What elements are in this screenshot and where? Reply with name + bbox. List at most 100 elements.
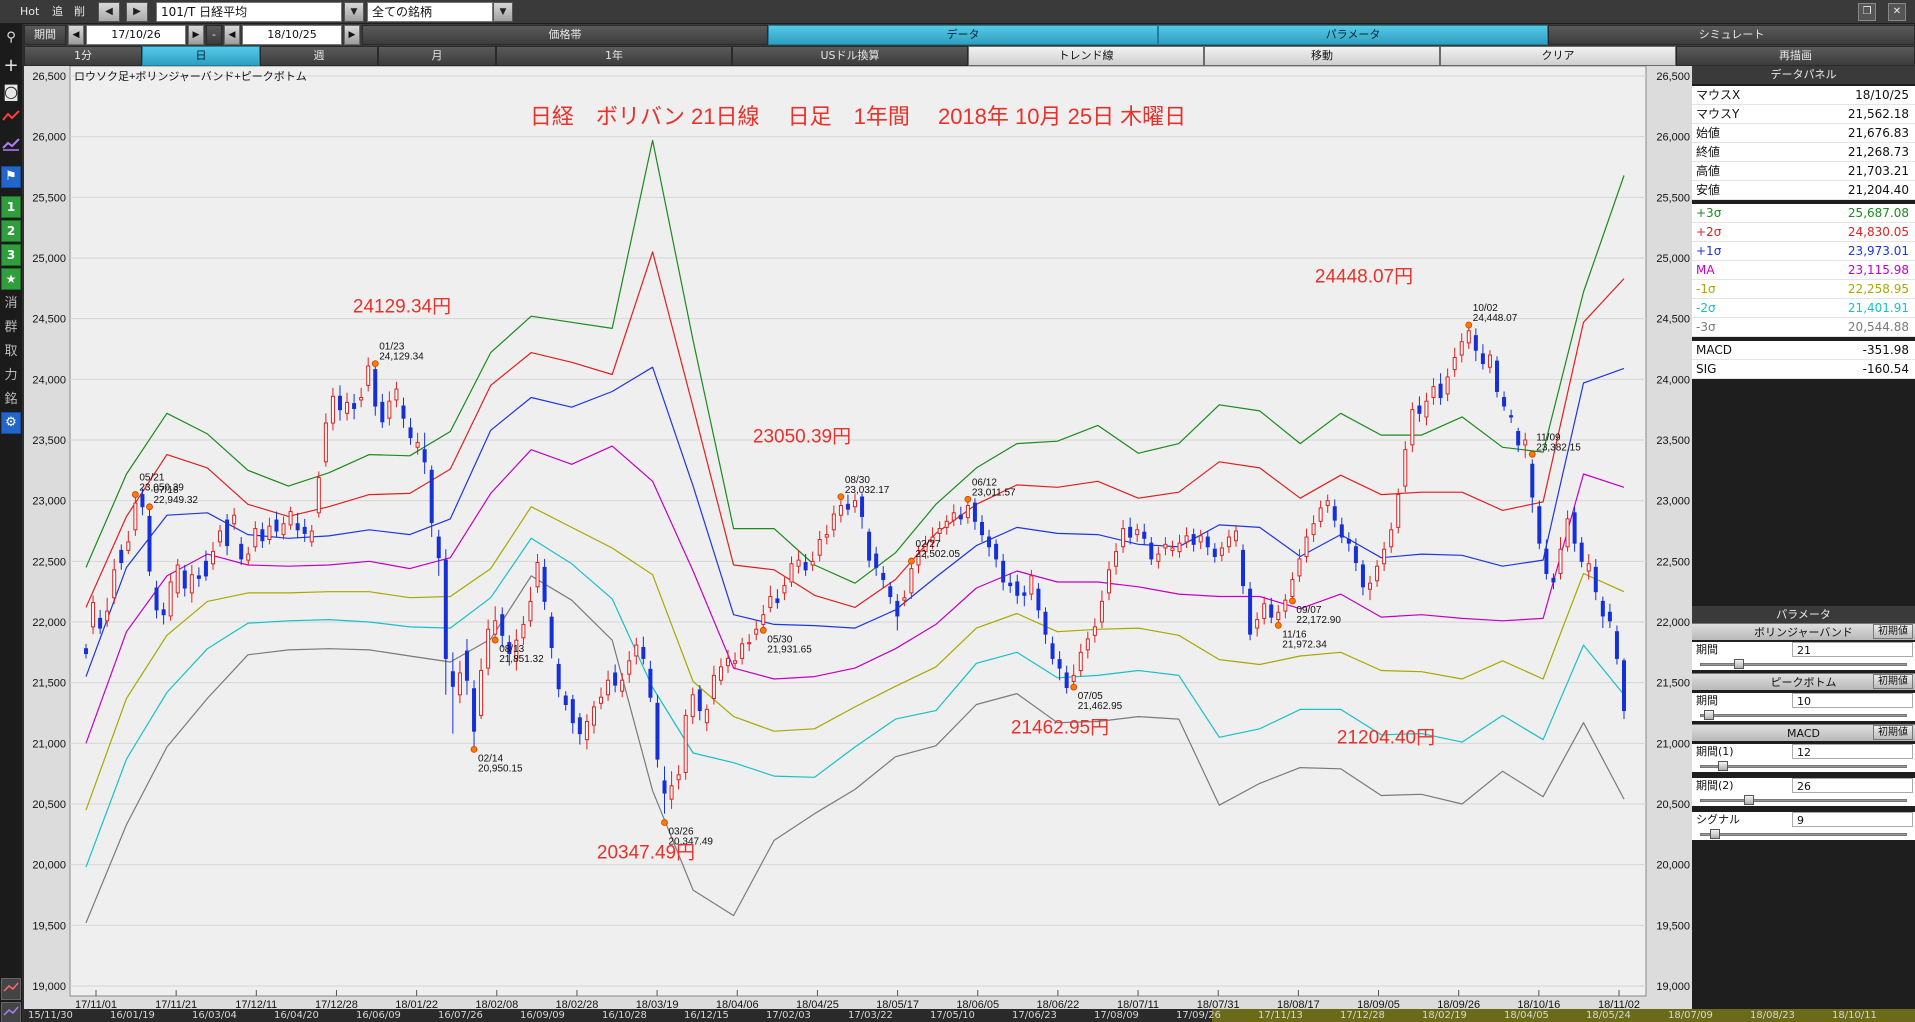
candle bbox=[260, 529, 265, 542]
x-tick: 18/03/19 bbox=[636, 999, 679, 1009]
timeframe-1min[interactable]: 1分 bbox=[24, 46, 142, 66]
macd-period1-input[interactable]: 12 bbox=[1792, 744, 1913, 759]
candle bbox=[591, 706, 596, 726]
boll-period-slider[interactable] bbox=[1692, 658, 1915, 670]
from-prev-icon[interactable]: ◀ bbox=[68, 25, 84, 45]
peak-period-slider[interactable] bbox=[1692, 709, 1915, 721]
timeframe-month[interactable]: 月 bbox=[378, 46, 496, 66]
clear-button[interactable]: クリア bbox=[1440, 46, 1676, 66]
peak-period-input[interactable]: 10 bbox=[1792, 693, 1913, 708]
candle bbox=[1304, 536, 1309, 557]
macd-period1-slider[interactable] bbox=[1692, 760, 1915, 772]
redraw-button[interactable]: 再描画 bbox=[1676, 46, 1915, 66]
candle bbox=[1339, 524, 1344, 538]
group-select[interactable]: 全ての銘柄 bbox=[367, 2, 493, 22]
candle bbox=[1163, 543, 1168, 549]
candle bbox=[1403, 449, 1408, 487]
tab-price-zone[interactable]: 価格帯 bbox=[362, 25, 768, 45]
macd-signal-slider[interactable] bbox=[1692, 828, 1915, 840]
multi-line-icon[interactable] bbox=[1, 136, 21, 160]
usd-convert-button[interactable]: USドル換算 bbox=[732, 46, 968, 66]
crosshair-icon[interactable]: + bbox=[1, 54, 21, 78]
delete-button[interactable]: 削 bbox=[74, 3, 85, 21]
layout-2-button[interactable]: 2 bbox=[1, 220, 21, 242]
chart-thumb-2-icon[interactable] bbox=[1, 1002, 21, 1022]
to-date-input[interactable]: 18/10/25 bbox=[242, 25, 342, 45]
symbol-tool-button[interactable]: 銘 bbox=[1, 388, 21, 412]
tab-data[interactable]: データ bbox=[768, 25, 1158, 45]
candle bbox=[140, 494, 145, 508]
to-prev-icon[interactable]: ◀ bbox=[224, 25, 240, 45]
peak-value: 21,931.65 bbox=[767, 644, 812, 655]
scroll-thumb[interactable] bbox=[1212, 1009, 1915, 1022]
y-tick-left: 23,500 bbox=[32, 435, 66, 447]
y-tick-right: 22,000 bbox=[1656, 617, 1690, 629]
group-tool-button[interactable]: 群 bbox=[1, 316, 21, 340]
symbol-dropdown-icon[interactable]: ▼ bbox=[344, 2, 364, 22]
restore-window-icon[interactable]: ❐ bbox=[1858, 3, 1876, 21]
flag-icon[interactable]: ⚑ bbox=[1, 166, 21, 188]
tab-parameter[interactable]: パラメータ bbox=[1158, 25, 1548, 45]
macd-period1-label: 期間(1) bbox=[1696, 745, 1734, 758]
input-tool-button[interactable]: 力 bbox=[1, 364, 21, 388]
search-icon[interactable]: ⚲ bbox=[1, 26, 21, 50]
tab-simulate[interactable]: シミュレート bbox=[1548, 25, 1915, 45]
candle bbox=[1085, 638, 1090, 651]
clear-tool-button[interactable]: 消 bbox=[1, 292, 21, 316]
boll-reset-button[interactable]: 初期値 bbox=[1873, 624, 1913, 639]
layout-1-button[interactable]: 1 bbox=[1, 196, 21, 218]
macd-signal-input[interactable]: 9 bbox=[1792, 812, 1913, 827]
y-tick-left: 20,500 bbox=[32, 799, 66, 811]
candle bbox=[203, 560, 208, 577]
candle bbox=[599, 696, 604, 704]
chart-thumb-1-icon[interactable] bbox=[1, 978, 21, 1000]
add-button[interactable]: 追 bbox=[52, 3, 63, 21]
range-1year[interactable]: 1年 bbox=[496, 46, 732, 66]
candle bbox=[253, 528, 258, 548]
macd-reset-button[interactable]: 初期値 bbox=[1873, 725, 1913, 740]
peak-reset-button[interactable]: 初期値 bbox=[1873, 674, 1913, 689]
candle bbox=[182, 570, 187, 589]
data-panel-row: -1σ 22,258.95 bbox=[1692, 280, 1915, 299]
peak-annotation: 24448.07円 bbox=[1315, 266, 1413, 287]
macd-period2-slider[interactable] bbox=[1692, 794, 1915, 806]
gear-icon[interactable]: ⚙ bbox=[1, 412, 21, 434]
camera-icon[interactable]: ◙ bbox=[1, 80, 21, 104]
candle bbox=[979, 522, 984, 536]
y-tick-left: 21,500 bbox=[32, 678, 66, 690]
data-panel-row: 安値 21,204.40 bbox=[1692, 181, 1915, 200]
hot-button[interactable]: Hot bbox=[20, 3, 39, 21]
from-date-input[interactable]: 17/10/26 bbox=[86, 25, 186, 45]
star-icon[interactable]: ★ bbox=[1, 268, 21, 290]
layout-3-button[interactable]: 3 bbox=[1, 244, 21, 266]
date-scrollbar[interactable]: 15/11/30 16/01/19 16/03/04 16/04/20 16/06/09… bbox=[24, 1009, 1915, 1022]
candle bbox=[1572, 512, 1577, 544]
candle bbox=[867, 531, 872, 561]
peak-dot bbox=[1465, 321, 1473, 329]
candle bbox=[1198, 535, 1203, 543]
bottom-date-label: 18/07/09 bbox=[1668, 1010, 1713, 1021]
trendline-button[interactable]: トレンド線 bbox=[968, 46, 1204, 66]
y-tick-left: 25,000 bbox=[32, 253, 66, 265]
timeframe-day[interactable]: 日 bbox=[142, 46, 260, 66]
macd-period2-input[interactable]: 26 bbox=[1792, 778, 1913, 793]
candle bbox=[902, 597, 907, 601]
y-tick-right: 23,500 bbox=[1656, 435, 1690, 447]
to-next-icon[interactable]: ▶ bbox=[344, 25, 360, 45]
candle bbox=[1071, 674, 1076, 682]
next-symbol-icon[interactable]: ▶ bbox=[126, 2, 148, 22]
price-chart[interactable]: 11/09 23,382.15 11/16 21,972.34 01/23 24,129.… bbox=[24, 65, 1692, 1011]
symbol-select[interactable]: 101/T 日経平均 bbox=[156, 2, 342, 22]
boll-period-input[interactable]: 21 bbox=[1792, 642, 1913, 657]
prev-symbol-icon[interactable]: ◀ bbox=[98, 2, 120, 22]
bottom-date-label: 16/01/19 bbox=[110, 1010, 155, 1021]
line-chart-icon[interactable] bbox=[1, 108, 21, 132]
data-panel-key: マウスX bbox=[1696, 88, 1741, 102]
timeframe-week[interactable]: 週 bbox=[260, 46, 378, 66]
candle bbox=[1445, 376, 1450, 395]
group-dropdown-icon[interactable]: ▼ bbox=[493, 2, 513, 22]
move-button[interactable]: 移動 bbox=[1204, 46, 1440, 66]
fetch-tool-button[interactable]: 取 bbox=[1, 340, 21, 364]
close-window-icon[interactable]: ✕ bbox=[1888, 3, 1906, 21]
from-next-icon[interactable]: ▶ bbox=[188, 25, 204, 45]
